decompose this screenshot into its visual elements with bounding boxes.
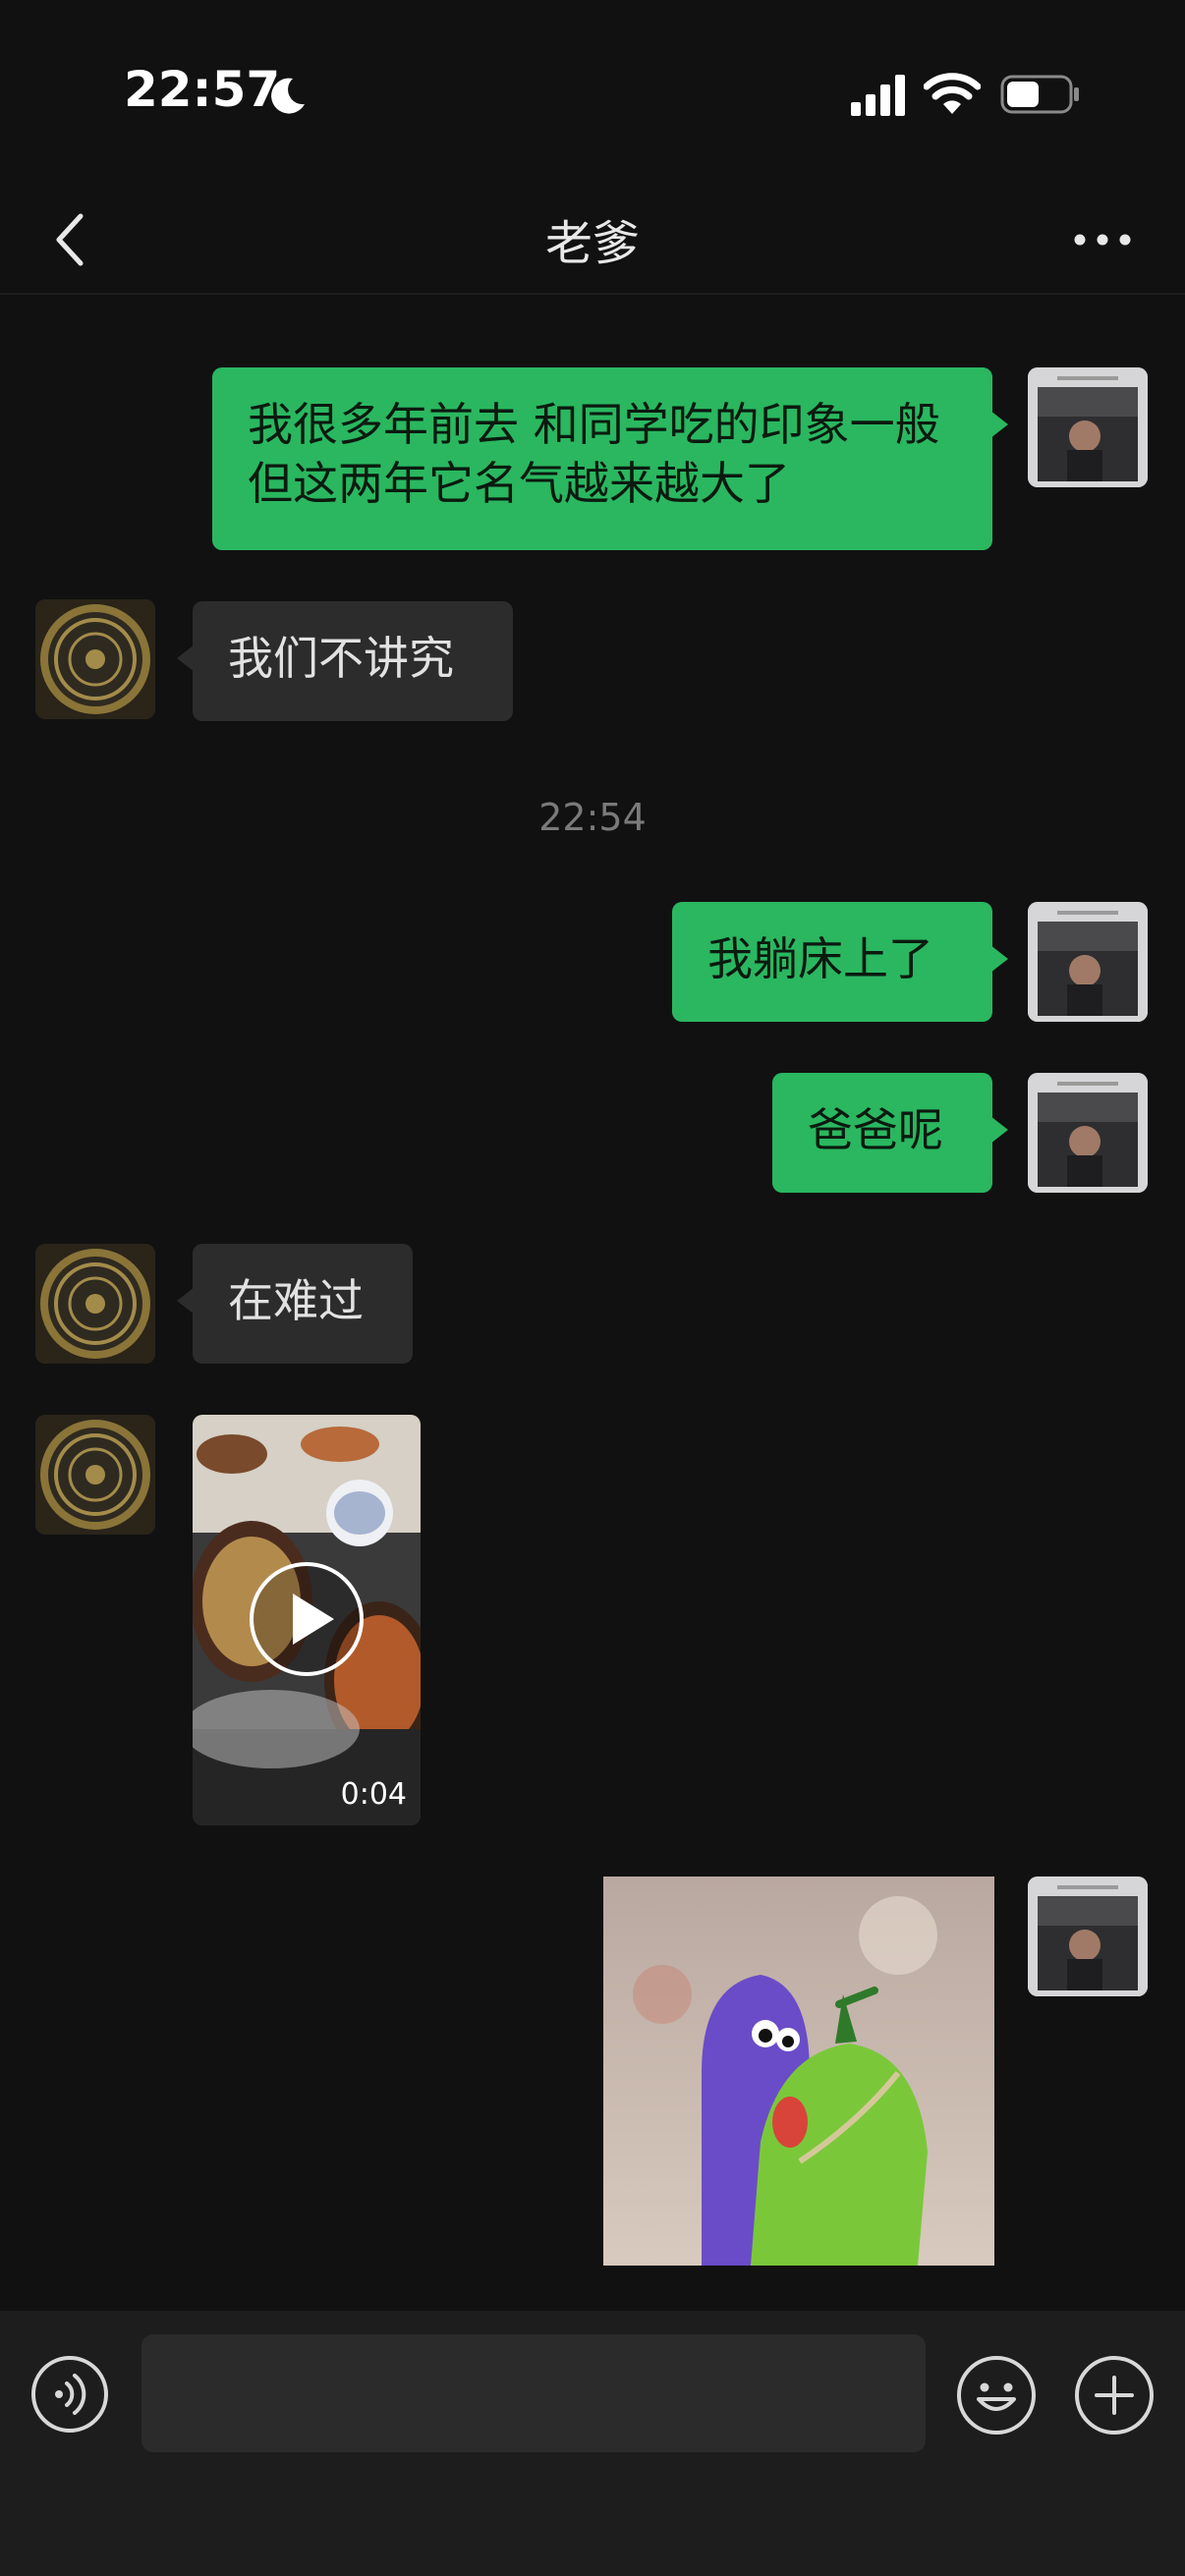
more-button[interactable] (1061, 210, 1144, 269)
voice-input-icon[interactable] (29, 2354, 110, 2435)
status-time: 22:57 (124, 61, 281, 118)
message-text: 我躺床上了 (707, 932, 933, 985)
chat-header: 老爹 (0, 187, 1185, 295)
hugging-plush-sticker (603, 1876, 994, 2266)
more-dots-icon (1074, 234, 1131, 246)
message-text: 我很多年前去 和同学吃的印象一般 但这两年它名气越来越大了 (248, 398, 940, 510)
contact-avatar[interactable] (35, 1244, 155, 1364)
moon-icon (271, 78, 305, 114)
chat-title: 老爹 (544, 216, 640, 271)
contact-avatar[interactable] (35, 599, 155, 719)
chat-input-bar (0, 2311, 1185, 2576)
video-duration: 0:04 (340, 1777, 407, 1812)
emoji-icon[interactable] (955, 2354, 1038, 2436)
coin-avatar-image (35, 1244, 155, 1364)
message-text: 在难过 (228, 1274, 364, 1327)
play-icon[interactable] (248, 1560, 366, 1678)
user-photo-avatar-image (1028, 1876, 1148, 1996)
message-bubble-sent[interactable]: 爸爸呢 (772, 1073, 1008, 1193)
message-text: 爸爸呢 (808, 1103, 943, 1156)
contact-avatar[interactable] (35, 1415, 155, 1535)
sticker-message[interactable] (603, 1876, 994, 2266)
my-avatar[interactable] (1028, 1073, 1148, 1193)
wifi-icon (924, 73, 981, 114)
message-bubble-sent[interactable]: 我躺床上了 (672, 902, 1008, 1022)
status-bar: 22:57 (0, 0, 1185, 187)
coin-avatar-image (35, 1415, 155, 1535)
my-avatar[interactable] (1028, 1876, 1148, 1996)
cellular-signal-icon (851, 75, 905, 116)
battery-icon (1000, 75, 1079, 114)
coin-avatar-image (35, 599, 155, 719)
user-photo-avatar-image (1028, 367, 1148, 487)
message-input[interactable] (141, 2334, 926, 2452)
my-avatar[interactable] (1028, 367, 1148, 487)
message-text: 我们不讲究 (228, 632, 454, 685)
user-photo-avatar-image (1028, 1073, 1148, 1193)
message-bubble-sent[interactable]: 我很多年前去 和同学吃的印象一般 但这两年它名气越来越大了 (212, 367, 1008, 550)
plus-icon[interactable] (1073, 2354, 1156, 2436)
message-bubble-received[interactable]: 在难过 (177, 1244, 413, 1364)
message-timestamp: 22:54 (538, 796, 647, 839)
video-message[interactable]: 0:04 (193, 1415, 421, 1825)
message-bubble-received[interactable]: 我们不讲究 (177, 601, 513, 721)
user-photo-avatar-image (1028, 902, 1148, 1022)
my-avatar[interactable] (1028, 902, 1148, 1022)
